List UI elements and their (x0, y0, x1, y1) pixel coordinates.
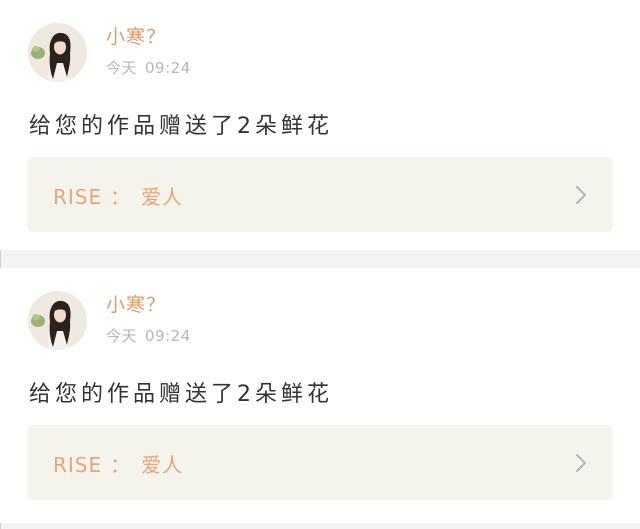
work-link[interactable]: RISE ： 爱人 (27, 157, 613, 232)
work-link-label: RISE ： 爱人 (53, 449, 183, 478)
avatar[interactable] (28, 291, 87, 350)
work-link-label: RISE ： 爱人 (53, 181, 183, 210)
gift-message: 给您的作品赠送了2朵鲜花 (29, 114, 333, 139)
timestamp-time: 09:24 (145, 59, 191, 77)
avatar-photo-icon (28, 291, 87, 350)
chevron-right-icon (576, 454, 586, 472)
avatar-photo-icon (28, 23, 87, 82)
timestamp: 今天 09:24 (106, 57, 191, 78)
timestamp: 今天 09:24 (106, 325, 191, 346)
timestamp-time: 09:24 (145, 327, 191, 345)
username[interactable]: 小寒？ (106, 290, 166, 317)
work-link[interactable]: RISE ： 爱人 (27, 425, 613, 500)
work-separator: ： (110, 453, 132, 477)
work-separator: ： (110, 185, 132, 209)
username[interactable]: 小寒？ (106, 22, 166, 49)
notification-card: 小寒？ 今天 09:24 给您的作品赠送了2朵鲜花 RISE ： 爱人 (0, 268, 640, 523)
work-title: 爱人 (141, 453, 184, 477)
notification-card: 小寒？ 今天 09:24 给您的作品赠送了2朵鲜花 RISE ： 爱人 (0, 0, 640, 250)
work-name: RISE (53, 185, 103, 209)
timestamp-day: 今天 (106, 59, 138, 77)
timestamp-day: 今天 (106, 327, 138, 345)
avatar[interactable] (28, 23, 87, 82)
gift-message: 给您的作品赠送了2朵鲜花 (29, 382, 333, 407)
chevron-right-icon (576, 186, 586, 204)
work-title: 爱人 (141, 185, 184, 209)
work-name: RISE (53, 453, 103, 477)
